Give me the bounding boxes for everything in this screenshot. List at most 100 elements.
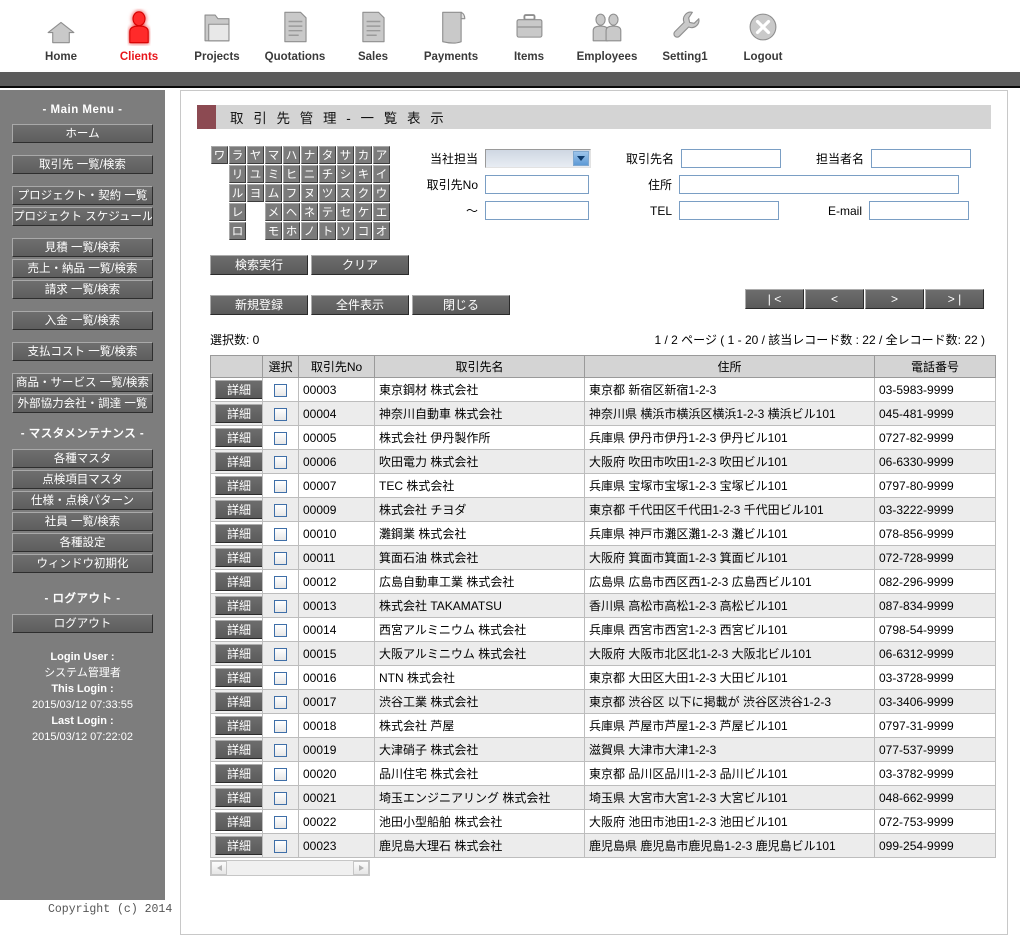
scroll-left-icon[interactable]: [211, 861, 227, 875]
kana-cell[interactable]: ヒ: [283, 165, 300, 183]
nav-item-home[interactable]: Home: [22, 0, 100, 63]
table-row[interactable]: 詳細 00017 渋谷工業 株式会社 東京都 渋谷区 以下に掲載が 渋谷区渋谷1-2-…: [210, 689, 996, 714]
detail-button[interactable]: 詳細: [215, 596, 262, 615]
sidebar-item[interactable]: ホーム: [12, 124, 153, 143]
detail-button[interactable]: 詳細: [215, 500, 262, 519]
client-no-from-input[interactable]: [485, 175, 589, 194]
row-checkbox[interactable]: [274, 455, 287, 469]
kana-cell[interactable]: ク: [355, 184, 372, 202]
table-row[interactable]: 詳細 00005 株式会社 伊丹製作所 兵庫県 伊丹市伊丹1-2-3 伊丹ビル101 0…: [210, 425, 996, 450]
kana-cell[interactable]: ハ: [283, 146, 300, 164]
table-row[interactable]: 詳細 00012 広島自動車工業 株式会社 広島県 広島市西区西1-2-3 広島西ビル…: [210, 569, 996, 594]
row-checkbox[interactable]: [274, 479, 287, 493]
page-next-button[interactable]: >: [865, 289, 924, 309]
page-prev-button[interactable]: <: [805, 289, 864, 309]
scroll-right-icon[interactable]: [353, 861, 369, 875]
kana-cell[interactable]: キ: [355, 165, 372, 183]
kana-cell[interactable]: タ: [319, 146, 336, 164]
kana-cell[interactable]: イ: [373, 165, 390, 183]
kana-cell[interactable]: ト: [319, 222, 336, 240]
detail-button[interactable]: 詳細: [215, 428, 262, 447]
kana-cell[interactable]: ロ: [229, 222, 246, 240]
row-checkbox[interactable]: [274, 551, 287, 565]
nav-item-projects[interactable]: Projects: [178, 0, 256, 63]
sidebar-master-item[interactable]: 各種マスタ: [12, 449, 153, 468]
detail-button[interactable]: 詳細: [215, 788, 262, 807]
chevron-down-icon[interactable]: [573, 151, 589, 166]
table-row[interactable]: 詳細 00018 株式会社 芦屋 兵庫県 芦屋市芦屋1-2-3 芦屋ビル101 0797…: [210, 713, 996, 738]
kana-cell[interactable]: ヨ: [247, 184, 264, 202]
kana-cell[interactable]: ウ: [373, 184, 390, 202]
sidebar-item[interactable]: 外部協力会社・調達 一覧: [12, 394, 153, 413]
sidebar-item[interactable]: プロジェクト・契約 一覧: [12, 186, 153, 205]
table-row[interactable]: 詳細 00010 灘鋼業 株式会社 兵庫県 神戸市灘区灘1-2-3 灘ビル101 078…: [210, 521, 996, 546]
row-checkbox[interactable]: [274, 527, 287, 541]
kana-cell[interactable]: シ: [337, 165, 354, 183]
nav-item-items[interactable]: Items: [490, 0, 568, 63]
kana-cell[interactable]: ム: [265, 184, 282, 202]
table-row[interactable]: 詳細 00013 株式会社 TAKAMATSU 香川県 高松市高松1-2-3 高松ビル…: [210, 593, 996, 618]
kana-cell[interactable]: エ: [373, 203, 390, 221]
table-row[interactable]: 詳細 00009 株式会社 チヨダ 東京都 千代田区千代田1-2-3 千代田ビル101…: [210, 497, 996, 522]
kana-cell[interactable]: ア: [373, 146, 390, 164]
sidebar-master-item[interactable]: 各種設定: [12, 533, 153, 552]
sidebar-item[interactable]: 請求 一覧/検索: [12, 280, 153, 299]
row-checkbox[interactable]: [274, 647, 287, 661]
sidebar-master-item[interactable]: 仕様・点検パターン: [12, 491, 153, 510]
nav-item-clients[interactable]: Clients: [100, 0, 178, 63]
contact-name-input[interactable]: [871, 149, 971, 168]
horizontal-scrollbar[interactable]: [210, 860, 370, 876]
kana-cell[interactable]: ホ: [283, 222, 300, 240]
table-row[interactable]: 詳細 00015 大阪アルミニウム 株式会社 大阪府 大阪市北区北1-2-3 大阪北ビ…: [210, 641, 996, 666]
detail-button[interactable]: 詳細: [215, 572, 262, 591]
detail-button[interactable]: 詳細: [215, 812, 262, 831]
kana-cell[interactable]: マ: [265, 146, 282, 164]
scrollbar-thumb[interactable]: [229, 862, 333, 875]
kana-cell[interactable]: コ: [355, 222, 372, 240]
kana-cell[interactable]: ユ: [247, 165, 264, 183]
sidebar-item[interactable]: 取引先 一覧/検索: [12, 155, 153, 174]
kana-cell[interactable]: ソ: [337, 222, 354, 240]
kana-cell[interactable]: チ: [319, 165, 336, 183]
table-row[interactable]: 詳細 00021 埼玉エンジニアリング 株式会社 埼玉県 大宮市大宮1-2-3 大宮ビ…: [210, 785, 996, 810]
new-register-button[interactable]: 新規登録: [210, 295, 308, 315]
sidebar-item[interactable]: 入金 一覧/検索: [12, 311, 153, 330]
kana-cell[interactable]: ケ: [355, 203, 372, 221]
kana-cell[interactable]: ナ: [301, 146, 318, 164]
table-row[interactable]: 詳細 00004 神奈川自動車 株式会社 神奈川県 横浜市横浜区横浜1-2-3 横浜ビ…: [210, 401, 996, 426]
page-last-button[interactable]: > |: [925, 289, 984, 309]
sidebar-master-item[interactable]: 社員 一覧/検索: [12, 512, 153, 531]
detail-button[interactable]: 詳細: [215, 740, 262, 759]
kana-cell[interactable]: ミ: [265, 165, 282, 183]
table-row[interactable]: 詳細 00003 東京鋼材 株式会社 東京都 新宿区新宿1-2-3 03-5983-99…: [210, 377, 996, 402]
row-checkbox[interactable]: [274, 671, 287, 685]
kana-cell[interactable]: ヘ: [283, 203, 300, 221]
detail-button[interactable]: 詳細: [215, 668, 262, 687]
kana-cell[interactable]: カ: [355, 146, 372, 164]
sidebar-item-logout[interactable]: ログアウト: [12, 614, 153, 633]
sidebar-item[interactable]: 見積 一覧/検索: [12, 238, 153, 257]
row-checkbox[interactable]: [274, 599, 287, 613]
table-row[interactable]: 詳細 00011 箕面石油 株式会社 大阪府 箕面市箕面1-2-3 箕面ビル101 07…: [210, 545, 996, 570]
kana-cell[interactable]: ツ: [319, 184, 336, 202]
nav-item-logout[interactable]: Logout: [724, 0, 802, 63]
search-execute-button[interactable]: 検索実行: [210, 255, 308, 275]
kana-cell[interactable]: ネ: [301, 203, 318, 221]
sidebar-master-item[interactable]: ウィンドウ初期化: [12, 554, 153, 573]
table-row[interactable]: 詳細 00020 品川住宅 株式会社 東京都 品川区品川1-2-3 品川ビル101 03…: [210, 761, 996, 786]
kana-cell[interactable]: セ: [337, 203, 354, 221]
table-row[interactable]: 詳細 00019 大津硝子 株式会社 滋賀県 大津市大津1-2-3 077-537-99…: [210, 737, 996, 762]
detail-button[interactable]: 詳細: [215, 476, 262, 495]
kana-cell[interactable]: ノ: [301, 222, 318, 240]
sidebar-item[interactable]: 商品・サービス 一覧/検索: [12, 373, 153, 392]
table-row[interactable]: 詳細 00016 NTN 株式会社 東京都 大田区大田1-2-3 大田ビル101 03-…: [210, 665, 996, 690]
table-row[interactable]: 詳細 00014 西宮アルミニウム 株式会社 兵庫県 西宮市西宮1-2-3 西宮ビル1…: [210, 617, 996, 642]
table-row[interactable]: 詳細 00006 吹田電力 株式会社 大阪府 吹田市吹田1-2-3 吹田ビル101 06…: [210, 449, 996, 474]
row-checkbox[interactable]: [274, 623, 287, 637]
row-checkbox[interactable]: [274, 791, 287, 805]
kana-cell[interactable]: テ: [319, 203, 336, 221]
nav-item-setting1[interactable]: Setting1: [646, 0, 724, 63]
detail-button[interactable]: 詳細: [215, 644, 262, 663]
row-checkbox[interactable]: [274, 503, 287, 517]
detail-button[interactable]: 詳細: [215, 524, 262, 543]
